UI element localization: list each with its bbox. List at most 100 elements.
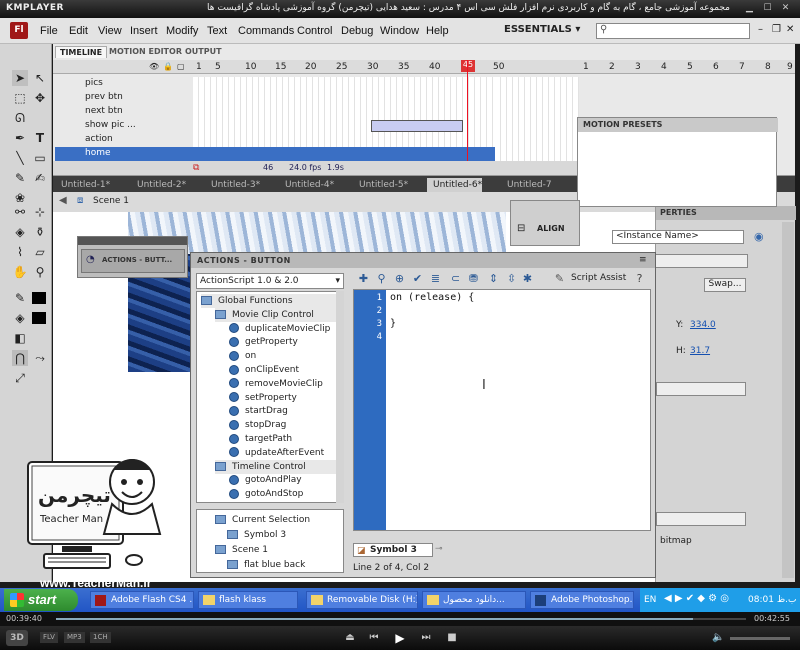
snap-magnet-icon[interactable]: ⋂ [12,350,28,366]
property-dropdown[interactable] [656,382,746,396]
free-transform-icon[interactable]: ⬚ [12,90,28,106]
task-download[interactable]: دانلود محصول... [422,591,526,609]
menu-help[interactable]: Help [426,25,449,37]
playhead-marker[interactable]: 45 [461,60,475,72]
doc-tab[interactable]: Untitled-1* [55,178,110,192]
toolbox-scrollbar[interactable] [336,291,344,503]
expand-icon[interactable]: ⇳ [505,272,518,285]
smooth-icon[interactable]: ⤳ [32,350,48,366]
target-path-icon[interactable]: ⊕ [393,272,406,285]
straighten-icon[interactable]: ⤢ [12,370,28,386]
panel-menu-icon[interactable]: ≡ [639,255,647,265]
app-restore-icon[interactable]: ❐ [772,24,781,35]
navigator-item[interactable]: flat blue back [227,558,367,572]
selection-tool-icon[interactable]: ➤ [12,70,28,86]
script-assist-button[interactable]: Script Assist [571,273,626,283]
script-navigator[interactable]: Current Selection Symbol 3 Scene 1 flat blu… [196,509,344,573]
task-flash-klass[interactable]: flash klass [198,591,298,609]
menu-window[interactable]: Window [380,25,419,37]
debug-options-icon[interactable]: ⛃ [467,272,480,285]
menu-edit[interactable]: Edit [69,25,88,37]
toolbox-item[interactable]: removeMovieClip [229,377,343,391]
doc-tab[interactable]: Untitled-3* [205,178,260,192]
layer-name[interactable]: show pic ... [85,120,136,130]
ink-bottle-icon[interactable]: ⚱ [32,224,48,240]
swap-button[interactable]: Swap... [704,278,746,292]
app-minimize-icon[interactable]: – [758,24,763,35]
scene-label[interactable]: Scene 1 [93,196,129,206]
frame-rate[interactable]: 24.0 fps [289,163,321,172]
align-panel[interactable]: ⊟ ALIGN [510,200,580,246]
minimize-icon[interactable]: ▁ [744,3,755,14]
task-photoshop[interactable]: Adobe Photoshop... [530,591,634,609]
align-label[interactable]: ALIGN [537,224,565,233]
pencil-icon[interactable]: ✎ [12,170,28,186]
menu-control[interactable]: Control [297,25,332,37]
mini-actions-tab[interactable]: ◔ ACTIONS - BUTT... [81,249,185,273]
actions-toolbox[interactable]: Global Functions Movie Clip Control duplic… [196,291,344,503]
lock-icon[interactable]: 🔒 [163,62,173,71]
previous-icon[interactable]: ⏮ [368,632,380,644]
toolbox-item[interactable]: updateAfterEvent [229,446,343,460]
script-editor[interactable]: 1 2 3 4 on (release) { } I [353,289,651,531]
properties-scrollbar[interactable] [782,222,794,578]
toolbox-item[interactable]: gotoAndStop [229,487,343,501]
property-dropdown[interactable] [656,512,746,526]
toolbox-item[interactable]: gotoAndPlay [229,473,343,487]
language-dropdown[interactable]: ActionScript 1.0 & 2.0 ▾ [196,273,344,289]
fill-color-icon[interactable]: ◈ [12,310,28,326]
tab-motion-editor[interactable]: MOTION EDITOR [105,46,186,58]
toolbox-item[interactable]: onClipEvent [229,363,343,377]
tween-span[interactable] [371,120,463,132]
brush-icon[interactable]: ✍ [32,170,48,186]
pen-tool-icon[interactable]: ✒ [12,130,28,146]
search-input[interactable]: ⚲ [596,23,750,39]
eyedropper-icon[interactable]: ⌇ [12,244,28,260]
eject-icon[interactable]: ⏏ [344,632,356,644]
close-icon[interactable]: ✕ [780,3,791,14]
back-arrow-icon[interactable]: ◀ [59,195,67,206]
onion-skin-icon[interactable]: ⧉ [193,163,199,173]
fill-color-swatch[interactable] [32,312,46,324]
y-value[interactable]: 334.0 [690,320,716,330]
toolbox-folder[interactable]: Movie Clip Control [215,307,343,322]
lasso-icon[interactable]: ᘏ [12,110,28,126]
current-frame[interactable]: 46 [263,163,273,172]
default-colors-icon[interactable]: ◧ [12,330,28,346]
toolbox-item[interactable]: duplicateMovieClip [229,322,343,336]
toolbox-item[interactable]: targetPath [229,432,343,446]
tray-icons[interactable]: ◀ ▶ ✔ ◆ ⚙ ◎ [664,593,729,604]
help-icon[interactable]: ? [633,272,646,285]
app-close-icon[interactable]: ✕ [786,24,794,35]
actions-button-collapsed[interactable]: ◔ ACTIONS - BUTT... [77,236,188,278]
bind-tool-icon[interactable]: ⊹ [32,204,48,220]
text-tool-icon[interactable]: T [32,130,48,146]
bone-tool-icon[interactable]: ⚯ [12,204,28,220]
h-value[interactable]: 31.7 [690,346,710,356]
subselection-tool-icon[interactable]: ↖ [32,70,48,86]
line-tool-icon[interactable]: ╲ [12,150,28,166]
toolbox-item[interactable]: setProperty [229,391,343,405]
navigator-item[interactable]: Current Selection [215,513,355,527]
layer-name[interactable]: action [85,134,113,144]
3d-rotation-icon[interactable]: ✥ [32,90,48,106]
task-removable-disk[interactable]: Removable Disk (H:) [306,591,418,609]
add-statement-icon[interactable]: ✚ [357,272,370,285]
menu-file[interactable]: File [40,25,58,37]
stop-icon[interactable]: ■ [446,632,458,644]
panel-grip[interactable] [78,237,187,245]
toolbox-item[interactable]: on [229,349,343,363]
instance-name-field[interactable]: <Instance Name> [612,230,744,244]
properties-title[interactable]: PERTIES [660,208,697,217]
help-icon[interactable]: ◉ [754,230,764,243]
player-seek-bar[interactable]: 00:39:40 00:42:55 [0,612,800,626]
menu-insert[interactable]: Insert [130,25,158,37]
workspace-switcher[interactable]: ESSENTIALS ▾ [504,24,588,39]
toolbox-item[interactable]: getProperty [229,335,343,349]
find-icon[interactable]: ⚲ [375,272,388,285]
maximize-icon[interactable]: ☐ [762,3,773,14]
layer-name[interactable]: pics [85,78,103,88]
task-flash[interactable]: Adobe Flash CS4 ... [90,591,194,609]
outline-icon[interactable]: ▢ [177,62,185,71]
toolbox-item[interactable]: stopDrag [229,418,343,432]
